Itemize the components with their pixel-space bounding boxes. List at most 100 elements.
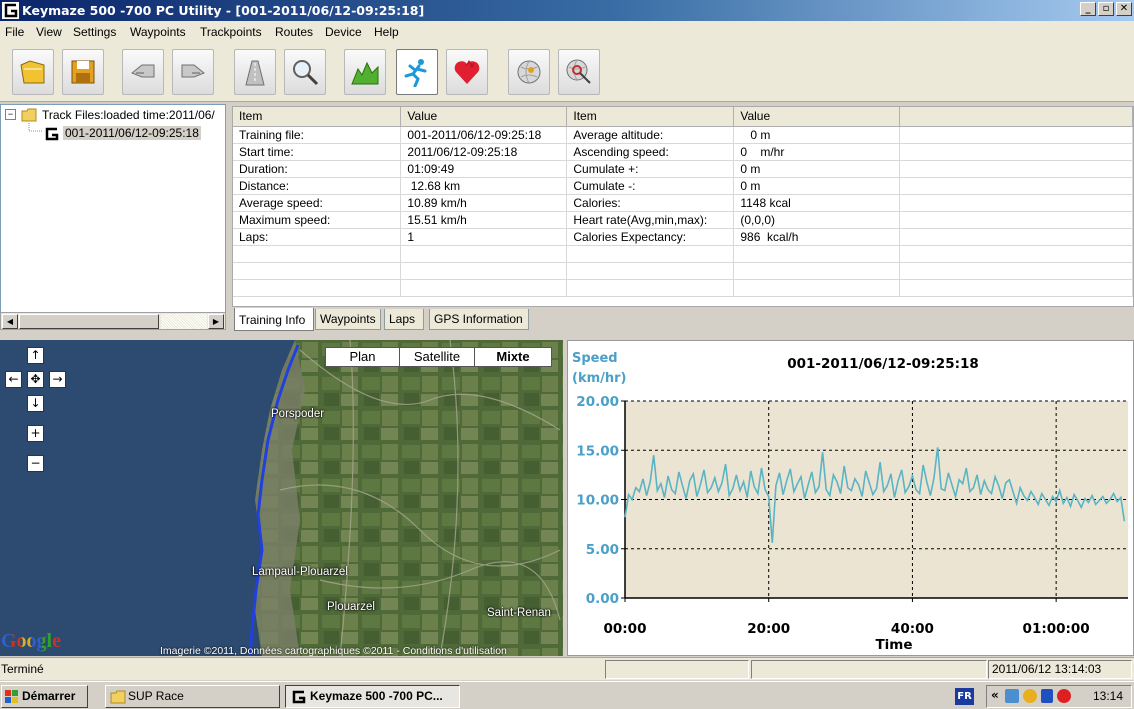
menu-view[interactable]: View (36, 25, 62, 39)
chart-ylabel-line-2: (km/hr) (572, 371, 627, 386)
table-row[interactable]: Duration: 01:09:49 Cumulate +: 0 m (233, 160, 1133, 178)
zoom-in-button[interactable]: + (27, 425, 44, 442)
scroll-right-icon[interactable]: ▶ (208, 314, 224, 329)
table-cell (733, 262, 901, 280)
altitude-button[interactable] (344, 49, 386, 95)
download-button[interactable] (122, 49, 164, 95)
table-cell: Laps: (233, 228, 402, 246)
clock: 13:14 (1093, 689, 1124, 703)
globe-search-icon (566, 59, 591, 84)
heart-button[interactable] (446, 49, 488, 95)
map-copyright[interactable]: Imagerie ©2011, Données cartographiques … (160, 645, 507, 656)
tree-child-label[interactable]: 001-2011/06/12-09:25:18 (63, 126, 201, 140)
table-cell (733, 279, 901, 297)
tree-connector (28, 123, 42, 132)
scroll-left-icon[interactable]: ◀ (2, 314, 18, 329)
info-tabs: Training Info Waypoints Laps GPS Informa… (232, 307, 1134, 332)
pan-down-button[interactable]: ↓ (27, 395, 44, 412)
tree-root-label[interactable]: Track Files:loaded time:2011/06/ (42, 108, 215, 122)
table-cell: 1 (400, 228, 568, 246)
taskbar-item-sup-race[interactable]: SUP Race (105, 685, 280, 708)
map-type-plan[interactable]: Plan (325, 347, 400, 367)
table-row[interactable]: Laps: 1 Calories Expectancy: 986 kcal/h (233, 228, 1133, 246)
menu-settings[interactable]: Settings (73, 25, 116, 39)
table-cell (400, 262, 568, 280)
start-button[interactable]: Démarrer (1, 685, 88, 708)
table-cell (566, 245, 735, 263)
zoom-icon (293, 60, 319, 86)
taskbar-item-keymaze[interactable]: Keymaze 500 -700 PC... (285, 685, 460, 708)
status-bar: Terminé 2011/06/12 13:14:03 (0, 657, 1134, 680)
windows-logo-icon (5, 690, 18, 703)
pan-up-button[interactable]: ↑ (27, 347, 44, 364)
update-icon[interactable] (1057, 689, 1071, 703)
track-tree: − Track Files:loaded time:2011/06/ 001-2… (0, 104, 226, 330)
column-header-item[interactable]: Item (233, 107, 402, 127)
window-title: Keymaze 500 -700 PC Utility - [001-2011/… (22, 3, 425, 18)
zoom-out-button[interactable]: − (27, 455, 44, 472)
taskbar-item-label: SUP Race (128, 689, 184, 703)
table-row[interactable]: Distance: 12.68 km Cumulate -: 0 m (233, 177, 1133, 195)
runner-button[interactable] (396, 49, 438, 95)
column-header-value[interactable]: Value (400, 107, 568, 127)
save-button[interactable] (62, 49, 104, 95)
route-button[interactable] (234, 49, 276, 95)
menu-bar: File View Settings Waypoints Trackpoints… (0, 21, 1134, 43)
globe-search-button[interactable] (558, 49, 600, 95)
table-row[interactable]: Start time: 2011/06/12-09:25:18 Ascending … (233, 143, 1133, 161)
pan-center-button[interactable]: ✥ (27, 371, 44, 388)
training-info-grid: Item Value Item Value Training file: 001-… (232, 106, 1134, 307)
scroll-track[interactable] (161, 314, 207, 329)
menu-help[interactable]: Help (374, 25, 399, 39)
menu-file[interactable]: File (5, 25, 24, 39)
table-row[interactable]: Maximum speed: 15.51 km/h Heart rate(Avg,m… (233, 211, 1133, 229)
table-cell: 0 m/hr (733, 143, 901, 161)
tab-laps[interactable]: Laps (384, 309, 424, 330)
globe-button[interactable] (508, 49, 550, 95)
menu-trackpoints[interactable]: Trackpoints (200, 25, 262, 39)
open-button[interactable] (12, 49, 54, 95)
tab-training-info[interactable]: Training Info (234, 308, 314, 331)
tree-collapse-toggle[interactable]: − (5, 109, 16, 120)
table-row[interactable]: Average speed: 10.89 km/h Calories: 1148 kc… (233, 194, 1133, 212)
pan-right-button[interactable]: → (49, 371, 66, 388)
place-label: Plouarzel (327, 601, 375, 613)
menu-waypoints[interactable]: Waypoints (130, 25, 186, 39)
map-view[interactable]: ↑ ← ✥ → ↓ + − Plan Satellite Mixte Porsp… (0, 340, 563, 656)
table-cell: 15.51 km/h (400, 211, 568, 229)
title-bar: Keymaze 500 -700 PC Utility - [001-2011/… (0, 0, 1134, 21)
minimize-button[interactable]: _ (1080, 2, 1096, 16)
column-header-value-2[interactable]: Value (733, 107, 901, 127)
table-row[interactable] (233, 245, 1133, 263)
table-row[interactable] (233, 279, 1133, 297)
x-tick-label: 00:00 (604, 621, 647, 637)
menu-device[interactable]: Device (325, 25, 362, 39)
language-indicator[interactable]: FR (955, 688, 974, 705)
menu-routes[interactable]: Routes (275, 25, 313, 39)
tray-expand-icon[interactable]: « (991, 688, 999, 702)
column-header-item-2[interactable]: Item (566, 107, 735, 127)
security-icon[interactable] (1023, 689, 1037, 703)
upload-button[interactable] (172, 49, 214, 95)
map-type-satellite[interactable]: Satellite (399, 347, 475, 367)
track-file-icon (45, 127, 59, 141)
restore-button[interactable]: ▫ (1098, 2, 1114, 16)
table-row[interactable]: Training file: 001-2011/06/12-09:25:18 Ave… (233, 126, 1133, 144)
pan-left-button[interactable]: ← (5, 371, 22, 388)
network-icon[interactable] (1005, 689, 1019, 703)
tree-horizontal-scrollbar[interactable]: ◀ ▶ (0, 312, 226, 330)
tab-gps-information[interactable]: GPS Information (429, 309, 529, 330)
scroll-thumb[interactable] (19, 314, 159, 329)
close-button[interactable]: ✕ (1116, 2, 1132, 16)
google-logo: Google (1, 630, 61, 652)
device-icon[interactable] (1041, 689, 1053, 703)
x-tick-label: 20:00 (747, 621, 790, 637)
table-row[interactable] (233, 262, 1133, 280)
place-label: Porspoder (271, 408, 325, 420)
tab-waypoints[interactable]: Waypoints (315, 309, 381, 330)
chart-title: 001-2011/06/12-09:25:18 (787, 356, 979, 372)
map-type-mixte[interactable]: Mixte (474, 347, 552, 367)
table-cell (566, 279, 735, 297)
table-cell (899, 228, 1133, 246)
zoom-button[interactable] (284, 49, 326, 95)
